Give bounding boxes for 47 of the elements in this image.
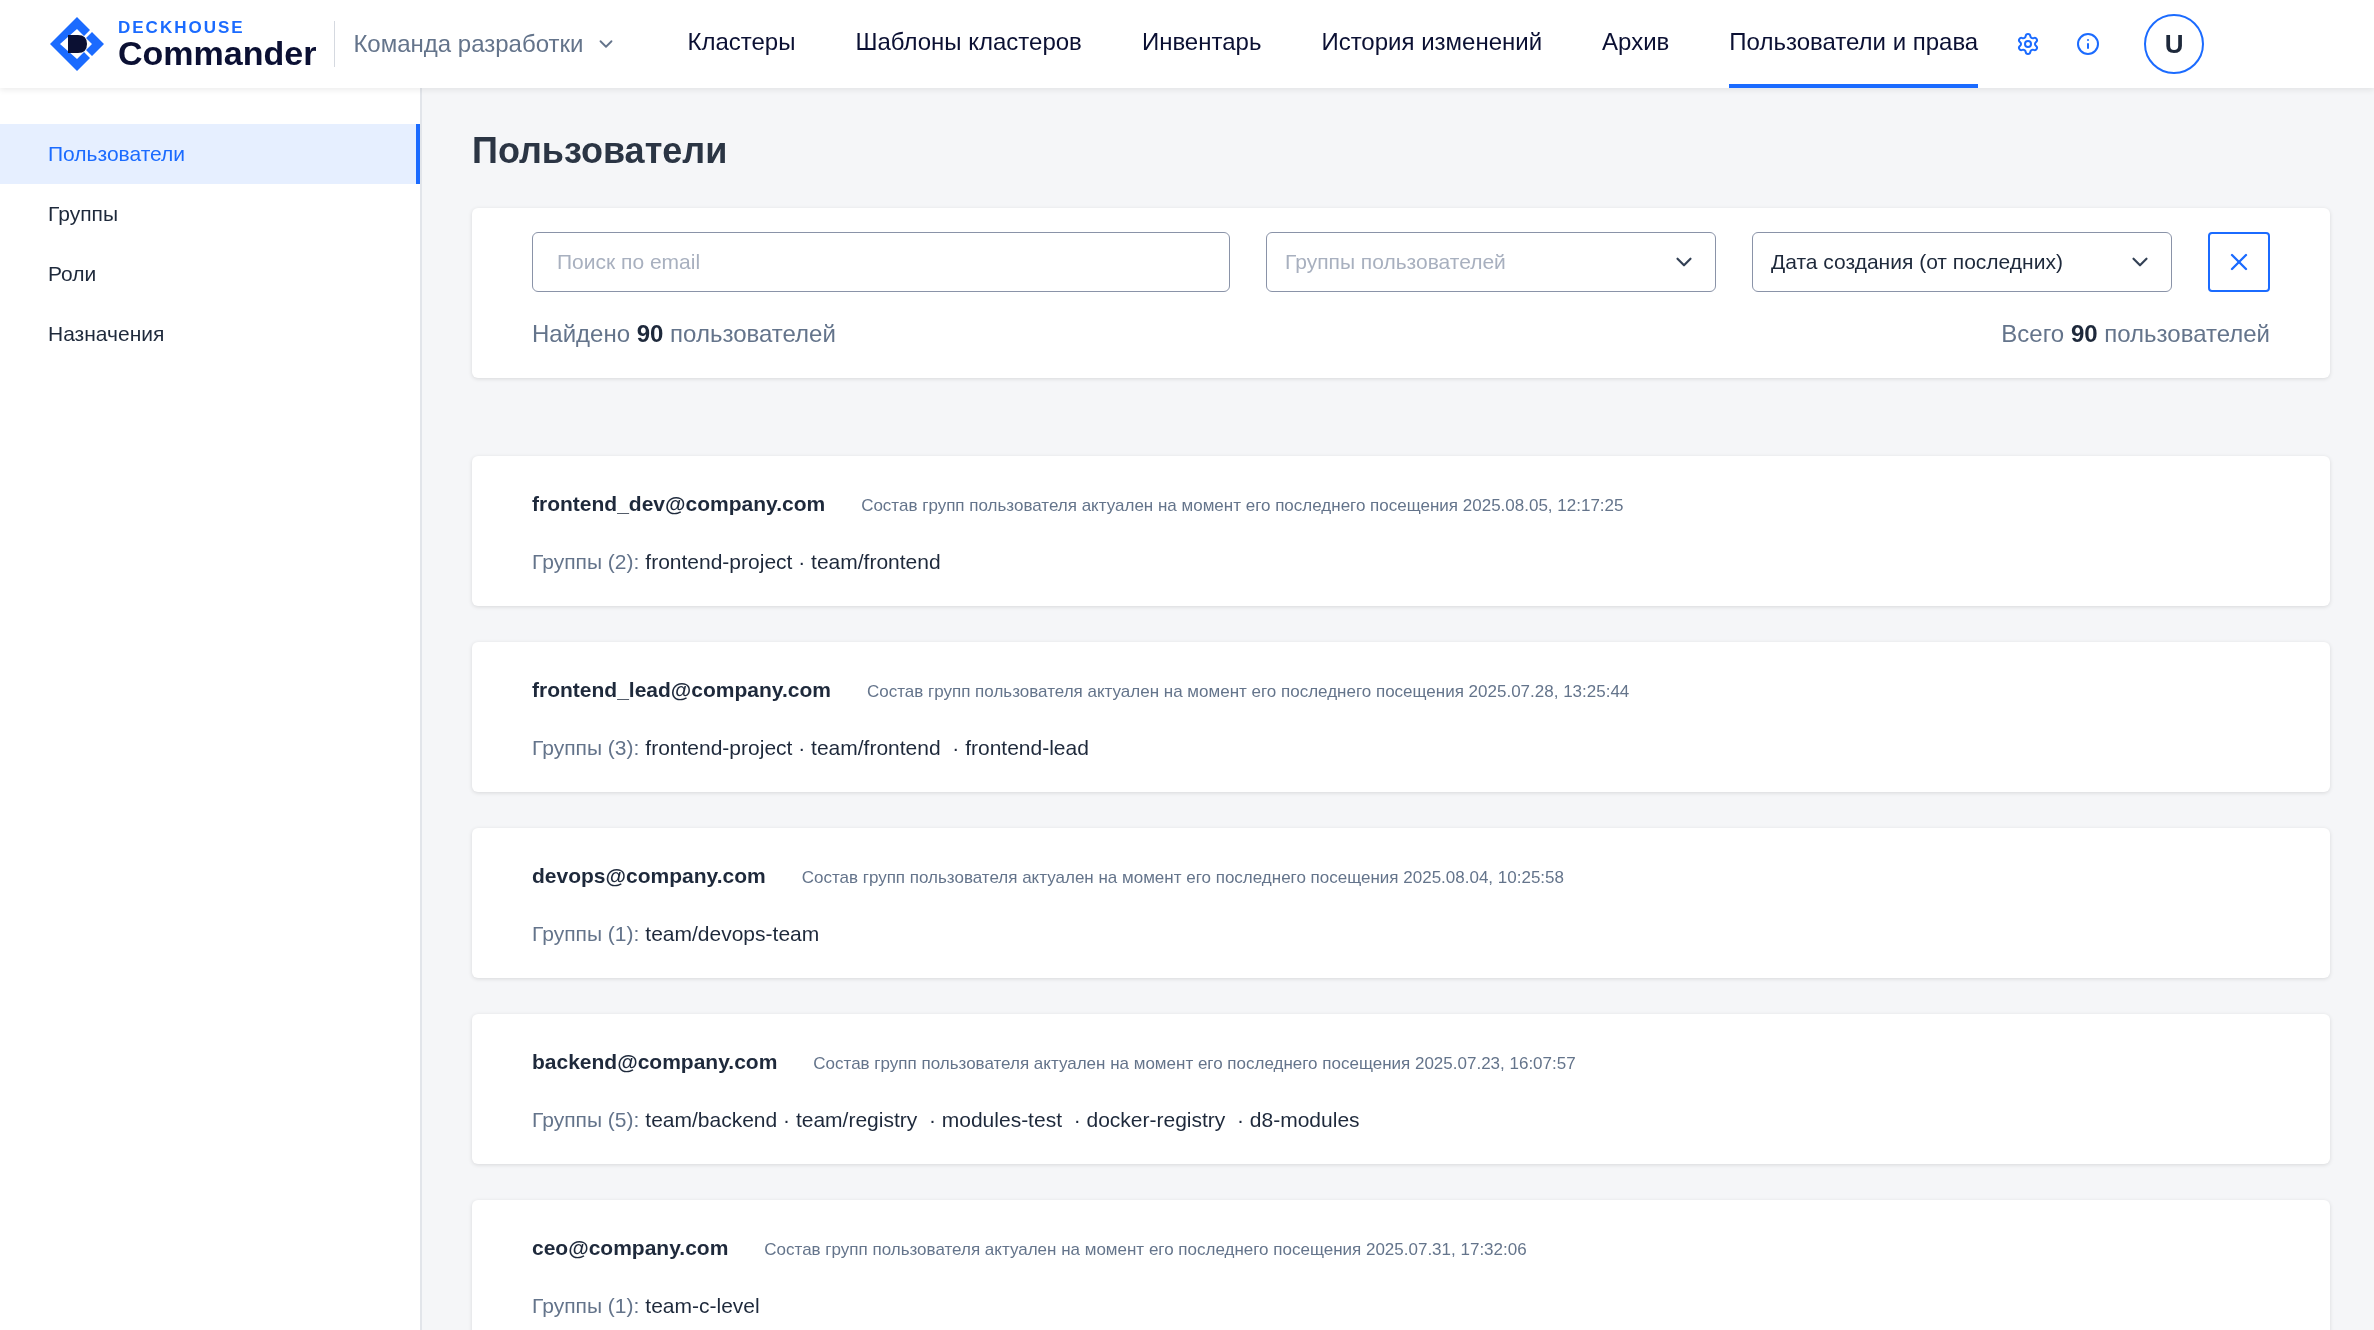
page-title: Пользователи [472, 129, 729, 173]
group-sync-note: Состав групп пользователя актуален на момент его последнего посещения 2025.07.28, 13:25:44 [867, 681, 1630, 703]
group-sync-note: Состав групп пользователя актуален на момент его последнего посещения 2025.08.04, 10:25:58 [801, 867, 1564, 889]
groups-list: frontend-project · team/frontend [645, 545, 941, 577]
logo-text: Commander [118, 35, 317, 70]
nav-tab[interactable]: Пользователи и права [1729, 0, 1979, 88]
found-count-text: Найдено 90 пользователей [532, 319, 836, 349]
sidebar-item[interactable]: Роли [0, 244, 420, 304]
user-card[interactable]: frontend_lead@company.com Состав групп пользователя актуален на момент его последнего посещения 2025.07.28, 13:25:44 Группы (3): frontend-project · team/frontend · frontend-lead [472, 642, 2330, 792]
user-card[interactable]: backend@company.com Состав групп пользователя актуален на момент его последнего посещения 2025.07.23, 16:07:57 Группы (5): team/backend · team/registry · modules-test · docker-registry · d8-modules [472, 1014, 2330, 1164]
nav-tab[interactable]: Архив [1602, 0, 1670, 88]
sort-dropdown[interactable]: Дата создания (от последних) [1752, 232, 2172, 292]
group-sync-note: Состав групп пользователя актуален на момент его последнего посещения 2025.08.05, 12:17:25 [861, 495, 1624, 517]
search-field[interactable]: Поиск по email [532, 232, 1230, 292]
clear-filters-button[interactable] [2208, 232, 2270, 292]
total-count-text: Всего 90 пользователей [2001, 319, 2270, 349]
groups-label: Группы (1): [532, 1292, 640, 1319]
nav-tab[interactable]: Инвентарь [1141, 0, 1262, 88]
info-icon[interactable] [2076, 32, 2101, 56]
groups-label: Группы (3): [532, 734, 640, 761]
logo-top-text: DECKHOUSE [118, 18, 246, 36]
groups-label: Группы (5): [532, 1106, 640, 1133]
settings-icon[interactable] [2016, 32, 2041, 56]
groups-label: Группы (1): [532, 920, 640, 947]
groups-list: team/devops-team [645, 917, 820, 949]
nav-tab[interactable]: Шаблоны кластеров [855, 0, 1082, 88]
user-email: devops@company.com [532, 863, 766, 889]
user-card[interactable]: frontend_dev@company.com Состав групп пользователя актуален на момент его последнего посещения 2025.08.05, 12:17:25 Группы (2): frontend-project · team/frontend [472, 456, 2330, 606]
sidebar-item[interactable]: Пользователи [0, 124, 420, 184]
sidebar-item[interactable]: Назначения [0, 304, 420, 364]
user-avatar[interactable]: U [2144, 14, 2205, 74]
user-email: frontend_lead@company.com [532, 677, 831, 703]
user-email: ceo@company.com [532, 1235, 729, 1261]
nav-tab[interactable]: Кластеры [687, 0, 796, 88]
user-card[interactable]: ceo@company.com Состав групп пользователя актуален на момент его последнего посещения 2025.07.31, 17:32:06 Группы (1): team-c-level [472, 1200, 2330, 1330]
groups-list: team/backend · team/registry · modules-test · docker-registry · d8-modules [645, 1103, 1360, 1135]
groups-label: Группы (2): [532, 548, 640, 575]
group-sync-note: Состав групп пользователя актуален на момент его последнего посещения 2025.07.23, 16:07:57 [813, 1053, 1576, 1075]
sidebar-item[interactable]: Группы [0, 184, 420, 244]
group-sync-note: Состав групп пользователя актуален на момент его последнего посещения 2025.07.31, 17:32:06 [764, 1239, 1527, 1261]
user-card[interactable]: devops@company.com Состав групп пользователя актуален на момент его последнего посещения 2025.08.04, 10:25:58 Группы (1): team/devops-team [472, 828, 2330, 978]
user-email: frontend_dev@company.com [532, 491, 826, 517]
nav-tab[interactable]: История изменений [1321, 0, 1543, 88]
groups-list: frontend-project · team/frontend · frontend-lead [645, 731, 1089, 763]
team-dropdown[interactable]: Команда разработки [353, 26, 618, 62]
user-email: backend@company.com [532, 1049, 778, 1075]
groups-list: team-c-level [645, 1289, 760, 1321]
